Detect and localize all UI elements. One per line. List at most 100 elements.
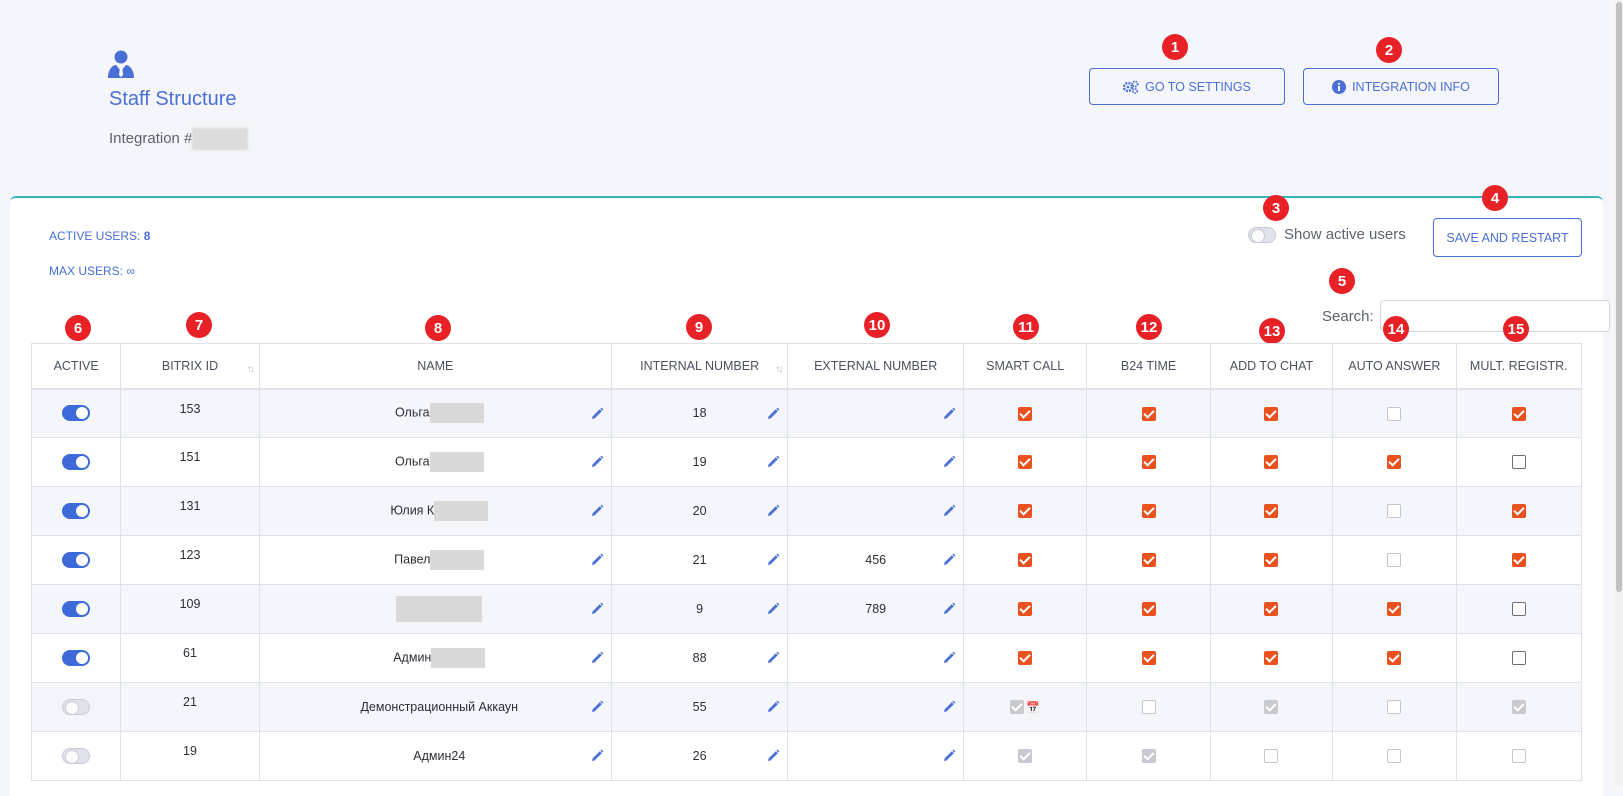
pencil-icon[interactable] bbox=[942, 602, 956, 616]
col-header-smart-call[interactable]: SMART CALL bbox=[962, 343, 1088, 390]
auto-answer-cell bbox=[1332, 633, 1457, 683]
add-to-chat-checkbox[interactable] bbox=[1264, 455, 1279, 470]
auto-answer-checkbox[interactable] bbox=[1387, 602, 1402, 617]
sort-icon[interactable]: ↑↓ bbox=[247, 364, 255, 375]
active-toggle[interactable] bbox=[62, 699, 91, 715]
col-header-name[interactable]: NAME bbox=[258, 343, 612, 390]
auto-answer-checkbox[interactable] bbox=[1387, 406, 1402, 421]
smart-call-checkbox[interactable] bbox=[1018, 749, 1033, 764]
col-header-active[interactable]: ACTIVE bbox=[30, 343, 122, 390]
pencil-icon[interactable] bbox=[590, 651, 604, 665]
active-toggle[interactable] bbox=[62, 503, 91, 519]
b24-time-checkbox[interactable] bbox=[1141, 553, 1156, 568]
name-cell: Ольга bbox=[258, 437, 612, 487]
pencil-icon[interactable] bbox=[590, 455, 604, 469]
col-header-b24-time[interactable]: B24 TIME bbox=[1086, 343, 1211, 390]
b24-time-checkbox[interactable] bbox=[1141, 651, 1156, 666]
pencil-icon[interactable] bbox=[590, 504, 604, 518]
show-active-users-toggle[interactable] bbox=[1248, 226, 1276, 243]
mult-registr-checkbox[interactable] bbox=[1511, 749, 1526, 764]
smart-call-checkbox[interactable] bbox=[1010, 700, 1025, 715]
smart-call-checkbox[interactable] bbox=[1018, 602, 1033, 617]
pencil-icon[interactable] bbox=[766, 602, 780, 616]
mult-registr-checkbox[interactable] bbox=[1511, 700, 1526, 715]
auto-answer-checkbox[interactable] bbox=[1387, 504, 1402, 519]
col-header-external-number[interactable]: EXTERNAL NUMBER bbox=[787, 343, 964, 390]
search-input[interactable] bbox=[1379, 300, 1610, 332]
annotation-badge-7: 7 bbox=[186, 312, 212, 338]
add-to-chat-checkbox[interactable] bbox=[1264, 749, 1279, 764]
active-toggle[interactable] bbox=[62, 601, 91, 617]
active-toggle[interactable] bbox=[62, 454, 91, 470]
col-header-bitrix-id[interactable]: BITRIX ID ↑↓ bbox=[120, 343, 260, 390]
pencil-icon[interactable] bbox=[766, 700, 780, 714]
b24-time-checkbox[interactable] bbox=[1141, 700, 1156, 715]
auto-answer-checkbox[interactable] bbox=[1387, 700, 1402, 715]
b24-time-checkbox[interactable] bbox=[1141, 406, 1156, 421]
pencil-icon[interactable] bbox=[590, 553, 604, 567]
table-row: 151 Ольга 19 bbox=[30, 437, 1583, 487]
auto-answer-checkbox[interactable] bbox=[1387, 553, 1402, 568]
mult-registr-checkbox[interactable] bbox=[1511, 504, 1526, 519]
pencil-icon[interactable] bbox=[942, 407, 956, 421]
add-to-chat-checkbox[interactable] bbox=[1264, 504, 1279, 519]
b24-time-checkbox[interactable] bbox=[1141, 602, 1156, 617]
auto-answer-checkbox[interactable] bbox=[1387, 651, 1402, 666]
pencil-icon[interactable] bbox=[766, 553, 780, 567]
pencil-icon[interactable] bbox=[766, 455, 780, 469]
add-to-chat-checkbox[interactable] bbox=[1264, 651, 1279, 666]
pencil-icon[interactable] bbox=[942, 553, 956, 567]
pencil-icon[interactable] bbox=[590, 407, 604, 421]
pencil-icon[interactable] bbox=[942, 749, 956, 763]
mult-registr-checkbox[interactable] bbox=[1511, 406, 1526, 421]
auto-answer-checkbox[interactable] bbox=[1387, 455, 1402, 470]
active-toggle[interactable] bbox=[62, 748, 91, 764]
pencil-icon[interactable] bbox=[766, 504, 780, 518]
add-to-chat-checkbox[interactable] bbox=[1264, 553, 1279, 568]
add-to-chat-checkbox[interactable] bbox=[1264, 602, 1279, 617]
active-toggle[interactable] bbox=[62, 552, 91, 568]
b24-time-checkbox[interactable] bbox=[1141, 455, 1156, 470]
save-and-restart-button[interactable]: SAVE AND RESTART bbox=[1433, 218, 1582, 257]
col-header-auto-answer[interactable]: AUTO ANSWER bbox=[1332, 343, 1457, 390]
b24-time-cell bbox=[1086, 633, 1211, 683]
pencil-icon[interactable] bbox=[942, 651, 956, 665]
annotation-badge-13: 13 bbox=[1259, 318, 1285, 344]
smart-call-checkbox[interactable] bbox=[1018, 553, 1033, 568]
col-header-internal-number[interactable]: INTERNAL NUMBER ↑↓ bbox=[610, 343, 789, 390]
integration-info-button[interactable]: INTEGRATION INFO bbox=[1303, 68, 1499, 105]
pencil-icon[interactable] bbox=[766, 749, 780, 763]
smart-call-checkbox[interactable] bbox=[1018, 406, 1033, 421]
pencil-icon[interactable] bbox=[590, 700, 604, 714]
pencil-icon[interactable] bbox=[590, 749, 604, 763]
internal-number-cell: 55 bbox=[610, 682, 789, 732]
scrollbar-thumb[interactable] bbox=[1616, 2, 1622, 592]
mult-registr-checkbox[interactable] bbox=[1511, 602, 1526, 617]
b24-time-cell bbox=[1086, 731, 1211, 781]
col-header-mult-registr[interactable]: MULT. REGISTR. bbox=[1455, 343, 1583, 390]
b24-time-checkbox[interactable] bbox=[1141, 504, 1156, 519]
add-to-chat-checkbox[interactable] bbox=[1264, 406, 1279, 421]
col-header-add-to-chat[interactable]: ADD TO CHAT bbox=[1209, 343, 1334, 390]
sort-icon[interactable]: ↑↓ bbox=[775, 364, 783, 375]
smart-call-checkbox[interactable] bbox=[1018, 651, 1033, 666]
pencil-icon[interactable] bbox=[590, 602, 604, 616]
pencil-icon[interactable] bbox=[942, 504, 956, 518]
calendar-icon[interactable]: 📅 bbox=[1026, 702, 1040, 714]
active-toggle[interactable] bbox=[62, 650, 91, 666]
auto-answer-checkbox[interactable] bbox=[1387, 749, 1402, 764]
add-to-chat-checkbox[interactable] bbox=[1264, 700, 1279, 715]
pencil-icon[interactable] bbox=[942, 700, 956, 714]
smart-call-checkbox[interactable] bbox=[1018, 455, 1033, 470]
active-toggle[interactable] bbox=[62, 405, 91, 422]
mult-registr-checkbox[interactable] bbox=[1511, 651, 1526, 666]
mult-registr-checkbox[interactable] bbox=[1511, 455, 1526, 470]
pencil-icon[interactable] bbox=[766, 407, 780, 421]
go-to-settings-button[interactable]: GO TO SETTINGS bbox=[1089, 68, 1285, 105]
pencil-icon[interactable] bbox=[766, 651, 780, 665]
pencil-icon[interactable] bbox=[942, 455, 956, 469]
page-scrollbar[interactable] bbox=[1615, 0, 1623, 785]
mult-registr-checkbox[interactable] bbox=[1511, 553, 1526, 568]
smart-call-checkbox[interactable] bbox=[1018, 504, 1033, 519]
b24-time-checkbox[interactable] bbox=[1141, 749, 1156, 764]
